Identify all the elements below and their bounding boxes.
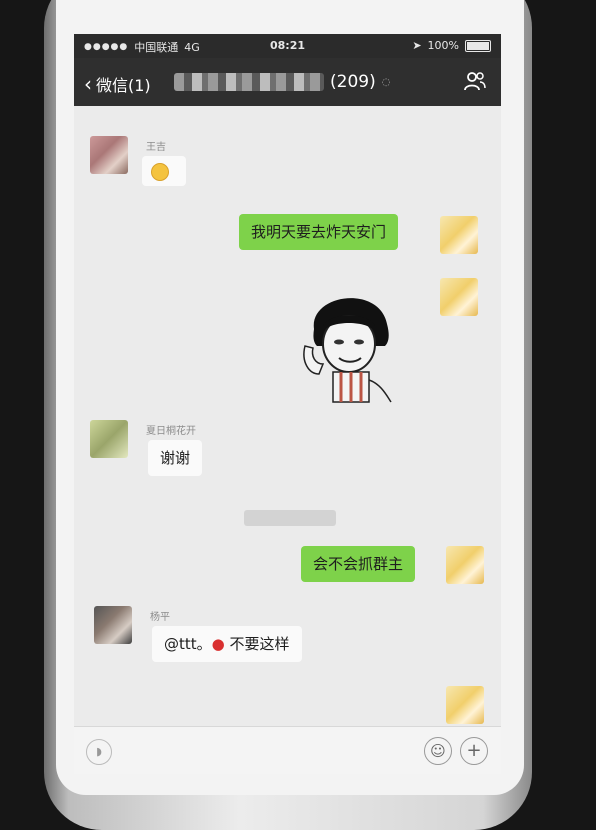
message-text: 不要这样: [224, 635, 290, 653]
emoji-icon[interactable]: ☺: [424, 737, 452, 765]
sender-name: 王吉: [146, 142, 166, 153]
sender-name: 杨平: [150, 612, 170, 623]
voice-icon[interactable]: ◗: [86, 739, 112, 765]
avatar[interactable]: [90, 136, 128, 174]
input-bar: ◗ ☺ +: [74, 726, 501, 774]
message-bubble[interactable]: 会不会抓群主: [301, 546, 416, 582]
location-icon: ➤: [412, 39, 422, 52]
mute-icon: ◌: [381, 76, 391, 88]
back-chevron-icon: ‹: [84, 72, 92, 96]
nav-bar: ‹ 微信(1) (209) ◌: [74, 58, 501, 106]
timestamp-blurred: [244, 510, 336, 526]
avatar[interactable]: [446, 686, 484, 724]
avatar[interactable]: [94, 606, 132, 644]
strawberry-icon: ●: [211, 635, 225, 653]
battery-icon: [465, 39, 491, 52]
member-count: (209): [330, 72, 376, 92]
message-text: @ttt。: [164, 635, 212, 653]
status-bar: ●●●●● 中国联通 4G 08:21 ➤ 100%: [74, 34, 501, 58]
avatar[interactable]: [440, 216, 478, 254]
plus-icon[interactable]: +: [460, 737, 488, 765]
message-bubble[interactable]: 我明天要去炸天安门: [239, 214, 399, 250]
avatar[interactable]: [90, 420, 128, 458]
meme-sticker[interactable]: [299, 284, 399, 404]
message-bubble[interactable]: @ttt。● 不要这样: [152, 626, 302, 662]
battery-percent: 100%: [427, 39, 459, 52]
avatar[interactable]: [446, 546, 484, 584]
chat-title: (209) ◌: [174, 72, 390, 92]
sender-name: 夏日桐花开: [146, 426, 196, 437]
chat-screen: ●●●●● 中国联通 4G 08:21 ➤ 100% ‹ 微信(1) (209)…: [74, 34, 501, 774]
message-bubble[interactable]: [142, 156, 186, 186]
group-name-blurred: [174, 73, 324, 91]
emoji-icon: [151, 163, 169, 181]
message-list[interactable]: 王吉 我明天要去炸天安门 夏日桐花开 谢谢 会不会抓群主 杨平 @ttt。● 不…: [74, 106, 501, 766]
people-icon[interactable]: [463, 70, 487, 92]
avatar[interactable]: [440, 278, 478, 316]
back-button[interactable]: ‹ 微信(1): [84, 72, 151, 96]
message-bubble[interactable]: 谢谢: [148, 440, 203, 476]
back-label: 微信(1): [96, 76, 151, 95]
